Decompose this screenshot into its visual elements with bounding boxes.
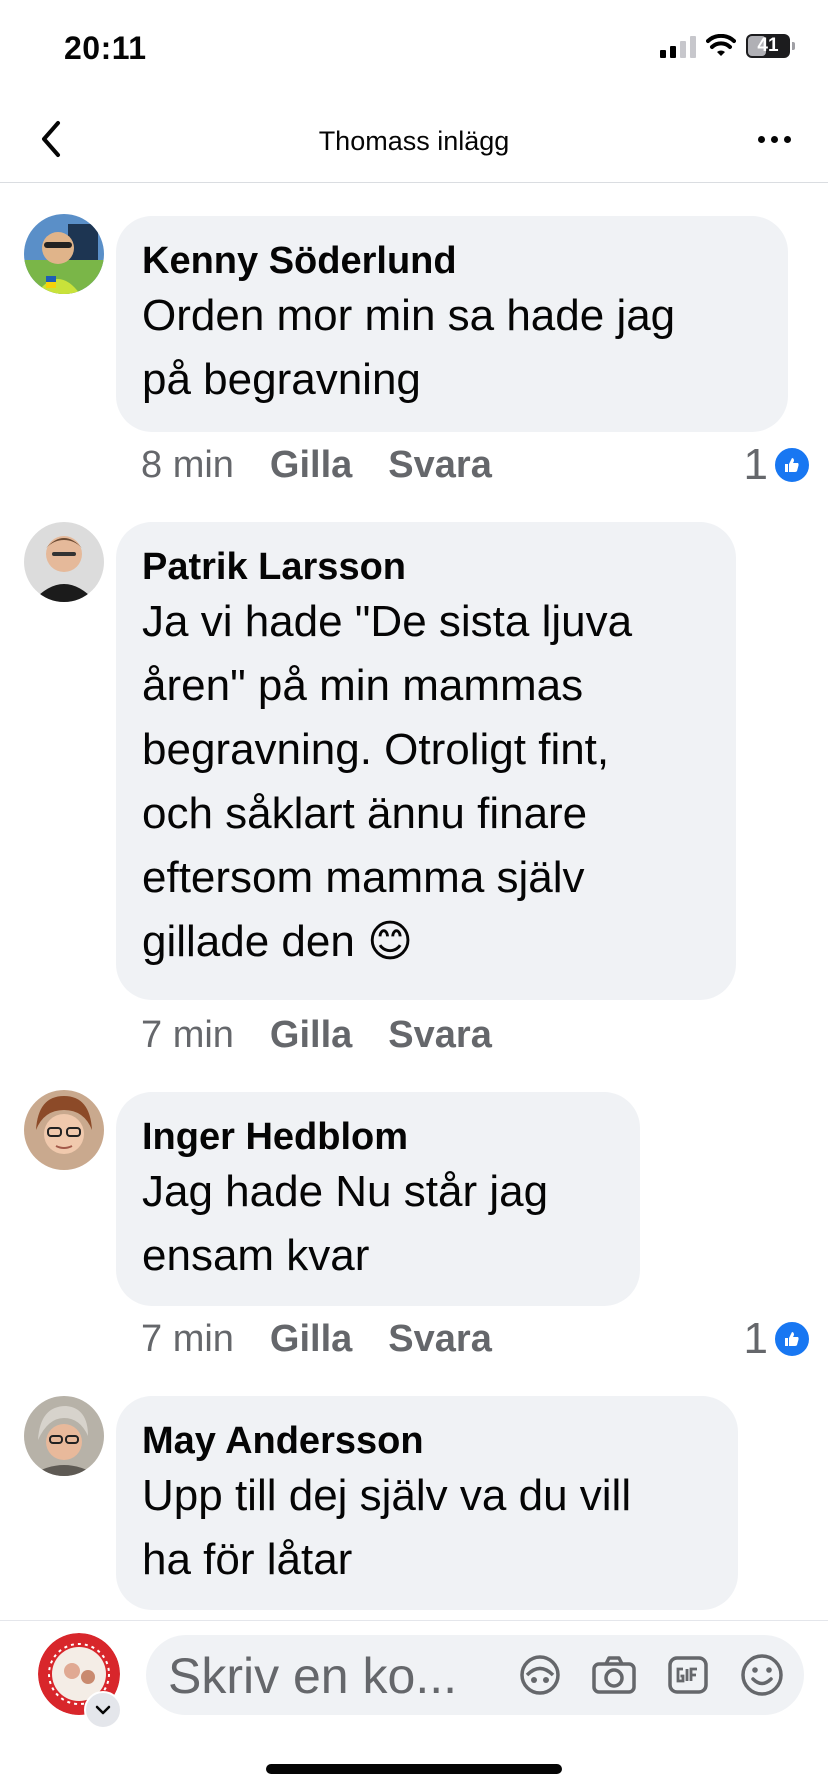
emoji-button[interactable] — [738, 1651, 786, 1699]
camera-icon — [592, 1656, 636, 1694]
battery-icon: 41 — [746, 34, 795, 58]
status-bar: 20:11 41 — [0, 0, 828, 100]
comment-text-line: begravning. Otroligt fint, — [142, 725, 610, 774]
cellular-signal-icon — [660, 34, 696, 58]
account-switch-button[interactable] — [84, 1691, 122, 1729]
avatar-sticker-icon — [520, 1655, 560, 1695]
comment-actions: 8 min Gilla Svara — [141, 444, 492, 487]
more-options-button[interactable] — [746, 114, 802, 164]
avatar[interactable] — [24, 214, 104, 294]
comment-bubble: May Andersson Upp till dej själv va du v… — [116, 1396, 738, 1610]
camera-button[interactable] — [590, 1651, 638, 1699]
chevron-down-icon — [95, 1705, 111, 1715]
avatar-photo — [24, 214, 104, 294]
avatar-sticker-button[interactable] — [516, 1651, 564, 1699]
comment-text-line: gillade den 😊 — [142, 917, 413, 966]
comment-bubble: Kenny Söderlund Orden mor min sa hade ja… — [116, 216, 788, 432]
comment-actions: 7 min Gilla Svara — [141, 1318, 492, 1361]
reaction-count-value: 1 — [743, 1314, 768, 1363]
comment-actions: 7 min Gilla Svara — [141, 1014, 492, 1057]
comment-composer — [0, 1620, 828, 1741]
avatar-photo — [24, 1396, 104, 1476]
comment-text-line: Ja vi hade "De sista ljuva — [142, 597, 633, 646]
comment-text-line: på begravning — [142, 355, 421, 404]
status-icons: 41 — [660, 34, 795, 58]
comment-input[interactable] — [166, 1635, 510, 1717]
comment-bubble: Inger Hedblom Jag hade Nu står jag ensam… — [116, 1092, 640, 1306]
like-button[interactable]: Gilla — [270, 1014, 352, 1057]
comment-time[interactable]: 7 min — [141, 1014, 234, 1057]
comment-text-line: ensam kvar — [142, 1231, 370, 1280]
reply-button[interactable]: Svara — [388, 1014, 492, 1057]
comment-text-line: eftersom mamma själv — [142, 853, 585, 902]
avatar[interactable] — [24, 1396, 104, 1476]
comment-text-line: åren" på min mammas — [142, 661, 584, 710]
comment-text-line: Upp till dej själv va du vill — [142, 1471, 632, 1520]
comment-text-line: Orden mor min sa hade jag — [142, 291, 676, 340]
comment-input-field[interactable] — [146, 1635, 804, 1717]
like-button[interactable]: Gilla — [270, 1318, 352, 1361]
comment-author[interactable]: May Andersson — [142, 1418, 712, 1464]
like-thumb-icon — [772, 445, 812, 485]
reaction-count-value: 1 — [743, 440, 768, 489]
comment-bubble: Patrik Larsson Ja vi hade "De sista ljuv… — [116, 522, 736, 1000]
gif-icon — [668, 1656, 708, 1694]
more-dots-icon — [783, 135, 791, 143]
reaction-count[interactable]: 1 — [744, 1314, 812, 1364]
comment-author[interactable]: Patrik Larsson — [142, 544, 710, 590]
wifi-icon — [706, 34, 736, 56]
reply-button[interactable]: Svara — [388, 444, 492, 487]
battery-level: 41 — [757, 35, 779, 56]
comment-author[interactable]: Inger Hedblom — [142, 1114, 614, 1160]
more-dots-icon — [770, 135, 778, 143]
comment-time[interactable]: 8 min — [141, 444, 234, 487]
reply-button[interactable]: Svara — [388, 1318, 492, 1361]
avatar-photo — [24, 522, 104, 602]
avatar[interactable] — [24, 522, 104, 602]
comment-text-line: ha för låtar — [142, 1535, 353, 1584]
home-indicator[interactable] — [266, 1764, 562, 1774]
page-title: Thomass inlägg — [318, 126, 510, 156]
status-time: 20:11 — [64, 30, 147, 66]
gif-button[interactable] — [664, 1651, 712, 1699]
comment-author[interactable]: Kenny Söderlund — [142, 238, 762, 284]
avatar-photo — [24, 1090, 104, 1170]
reaction-count[interactable]: 1 — [744, 440, 812, 490]
comment-text-line: Jag hade Nu står jag — [142, 1167, 549, 1216]
like-button[interactable]: Gilla — [270, 444, 352, 487]
like-thumb-icon — [772, 1319, 812, 1359]
comment-time[interactable]: 7 min — [141, 1318, 234, 1361]
comment-text-line: och såklart ännu finare — [142, 789, 588, 838]
emoji-icon — [741, 1654, 783, 1696]
composer-actions — [516, 1651, 786, 1699]
nav-header: Thomass inlägg — [0, 100, 828, 183]
more-dots-icon — [757, 135, 765, 143]
avatar[interactable] — [24, 1090, 104, 1170]
